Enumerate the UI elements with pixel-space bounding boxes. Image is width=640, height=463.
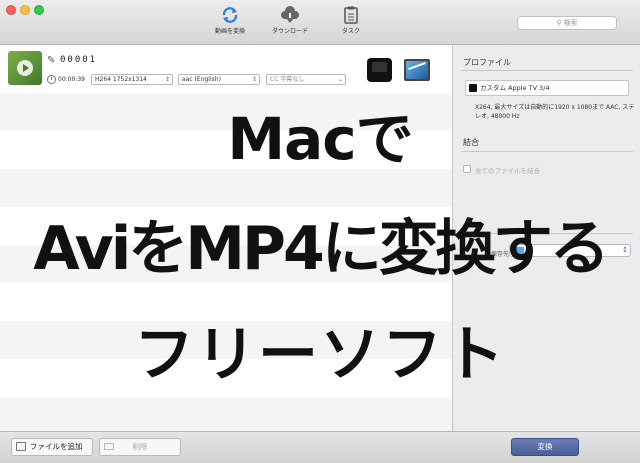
- delete-button[interactable]: 削除: [99, 438, 181, 456]
- add-file-label: ファイルを追加: [30, 442, 83, 451]
- apple-tv-icon[interactable]: tv: [367, 58, 392, 82]
- edit-video-icon[interactable]: [404, 59, 430, 81]
- profile-value: カスタム Apple TV 3/4: [480, 84, 550, 92]
- headline-line3: フリーソフト: [134, 320, 506, 390]
- divider: [461, 70, 633, 71]
- play-icon[interactable]: [17, 60, 33, 76]
- zoom-window-button[interactable]: [34, 5, 44, 15]
- subtitle-value: CC 字幕なし: [270, 76, 305, 83]
- task-button[interactable]: タスク: [316, 6, 386, 40]
- file-name[interactable]: 00001: [60, 55, 97, 65]
- subtitle-select[interactable]: CC 字幕なし ⌄: [266, 74, 346, 85]
- video-track-value: H264 1752x1314: [95, 76, 147, 83]
- search-placeholder: 検索: [563, 19, 578, 27]
- delete-icon: [104, 443, 114, 450]
- toolbar: 動画を変換 ダウンロード タスク ⚲ 検索: [0, 0, 640, 45]
- add-file-button[interactable]: ファイルを追加: [11, 438, 93, 456]
- headline-line1: Macで: [227, 105, 413, 173]
- cloud-download-icon: [281, 6, 299, 23]
- minimize-window-button[interactable]: [20, 5, 30, 15]
- audio-track-value: aac (English): [182, 76, 221, 83]
- video-thumbnail[interactable]: [8, 51, 42, 85]
- download-label: ダウンロード: [271, 28, 308, 35]
- search-input[interactable]: ⚲ 検索: [517, 16, 617, 30]
- pencil-icon[interactable]: ✎: [47, 55, 55, 66]
- bottom-bar: ファイルを追加 削除 変換: [0, 431, 640, 463]
- stepper-icon: ↕: [164, 76, 170, 83]
- video-track-select[interactable]: H264 1752x1314 ↕: [91, 74, 173, 85]
- audio-track-select[interactable]: aac (English) ↕: [178, 74, 260, 85]
- headline-line2: AviをMP4に変換する: [33, 214, 609, 284]
- download-button[interactable]: ダウンロード: [255, 6, 325, 40]
- apple-tv-icon: [469, 84, 477, 92]
- list-row-empty: [0, 397, 452, 431]
- convert-button[interactable]: 変換: [511, 438, 579, 456]
- convert-icon: [222, 7, 238, 23]
- delete-label: 削除: [132, 442, 148, 451]
- close-window-button[interactable]: [6, 5, 16, 15]
- duration: 00:00:39: [58, 76, 85, 83]
- chevron-down-icon: ⌄: [337, 76, 343, 83]
- add-file-icon: [16, 442, 26, 451]
- list-item[interactable]: ✎ 00001 00:00:39 H264 1752x1314 ↕ aac (En…: [0, 45, 452, 93]
- clock-icon: [47, 75, 56, 84]
- profile-title: プロファイル: [463, 58, 511, 67]
- convert-label: 変換: [537, 442, 553, 451]
- stepper-icon: ↕: [251, 76, 257, 83]
- task-label: タスク: [341, 28, 360, 35]
- clipboard-icon: [344, 6, 358, 24]
- search-icon: ⚲: [556, 19, 562, 27]
